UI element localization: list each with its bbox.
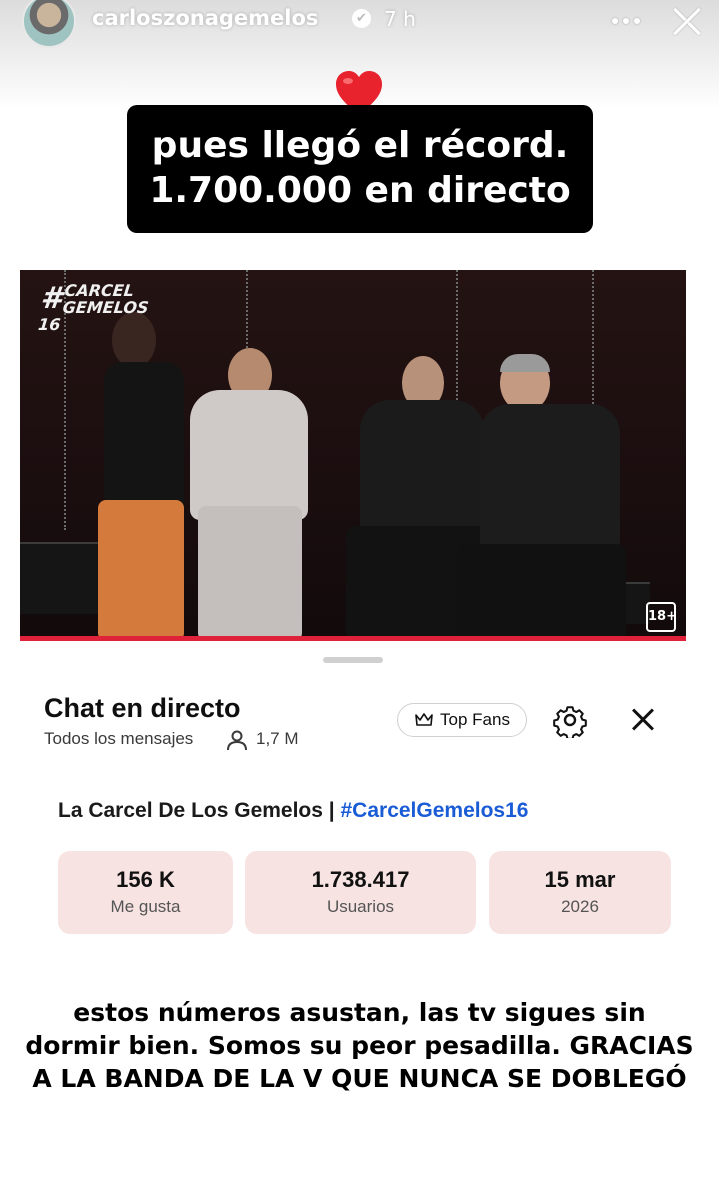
post-time: 7 h <box>384 7 416 31</box>
stat-date: 15 mar 2026 <box>489 851 671 934</box>
username[interactable]: carloszonagemelos <box>92 6 318 30</box>
stat-value: 1.738.417 <box>311 867 410 892</box>
stat-likes: 156 K Me gusta <box>58 851 233 934</box>
live-chat-panel: Chat en directo Todos los mensajes 1,7 M… <box>20 645 686 965</box>
person-icon <box>227 730 247 751</box>
viewer-count: 1,7 M <box>256 729 299 748</box>
caption-line-2: 1.700.000 en directo <box>149 170 571 211</box>
show-logo-hash: # <box>39 281 64 316</box>
stream-title: La Carcel De Los Gemelos | #CarcelGemelo… <box>58 799 528 823</box>
bench <box>20 542 100 614</box>
stream-title-text: La Carcel De Los Gemelos | <box>58 799 341 822</box>
progress-bar[interactable] <box>20 636 686 641</box>
bottom-text-line-3: A LA BANDA DE LA V QUE NUNCA SE DOBLEGÓ <box>32 1064 687 1093</box>
bottom-text-line-2: dormir bien. Somos su peor pesadilla. GR… <box>25 1031 694 1060</box>
chat-filter-dropdown[interactable]: Todos los mensajes <box>44 729 193 749</box>
story-caption: pues llegó el récord. 1.700.000 en direc… <box>127 105 593 233</box>
chat-title: Chat en directo <box>44 693 241 723</box>
top-fans-button[interactable]: Top Fans <box>397 703 527 737</box>
stat-label: Me gusta <box>110 897 181 916</box>
story-bottom-text: estos números asustan, las tv sigues sin… <box>0 996 719 1095</box>
age-rating-badge: 18+ <box>646 602 677 632</box>
person-figure <box>180 346 320 641</box>
more-options-icon[interactable] <box>606 4 646 38</box>
crown-icon <box>415 713 433 726</box>
stat-label: 2026 <box>561 897 599 916</box>
stat-value: 15 mar <box>544 867 616 892</box>
close-icon[interactable] <box>666 2 706 42</box>
verified-badge-icon: ✔ <box>352 9 371 28</box>
person-figure <box>456 354 636 641</box>
drag-handle[interactable] <box>323 657 383 663</box>
person-figure <box>90 310 190 641</box>
gear-icon[interactable] <box>552 702 588 738</box>
close-chat-icon[interactable] <box>628 705 658 735</box>
show-logo: # CARCEL GEMELOS 16 <box>37 281 156 334</box>
top-fans-label: Top Fans <box>440 710 510 729</box>
stat-value: 156 K <box>116 867 175 892</box>
video-player[interactable]: # CARCEL GEMELOS 16 18+ <box>20 270 686 641</box>
stat-users: 1.738.417 Usuarios <box>245 851 476 934</box>
stream-hashtag-link[interactable]: #CarcelGemelos16 <box>341 799 529 822</box>
bottom-text-line-1: estos números asustan, las tv sigues sin <box>73 998 646 1027</box>
caption-line-1: pues llegó el récord. <box>151 125 569 166</box>
stat-label: Usuarios <box>326 897 395 916</box>
